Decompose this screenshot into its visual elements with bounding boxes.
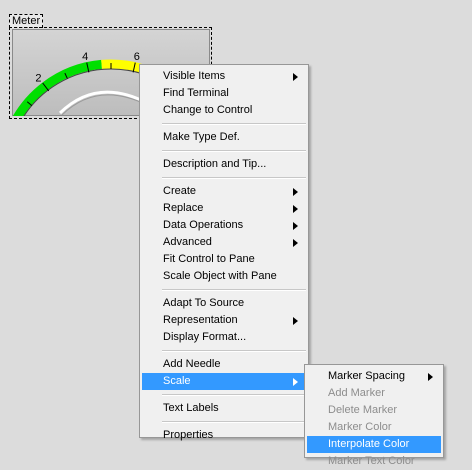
menu-item-text-labels[interactable]: Text Labels	[142, 400, 306, 417]
submenu-arrow-icon	[428, 373, 433, 381]
scale-ramp-low	[42, 59, 103, 90]
menu-item-display-format[interactable]: Display Format...	[142, 329, 306, 346]
menu-item-label: Scale	[163, 375, 191, 387]
menu-item-label: Fit Control to Pane	[163, 253, 255, 265]
menu-separator	[162, 421, 306, 423]
menu-item-create[interactable]: Create	[142, 183, 306, 200]
menu-item-label: Text Labels	[163, 402, 219, 414]
menu-item-label: Display Format...	[163, 331, 247, 343]
menu-item-label: Adapt To Source	[163, 297, 245, 309]
menu-item-label: Representation	[163, 314, 238, 326]
menu-item-label: Advanced	[163, 236, 212, 248]
menu-item-interpolate-color[interactable]: Interpolate Color	[307, 436, 441, 453]
submenu-arrow-icon	[293, 317, 298, 325]
menu-item-properties[interactable]: Properties	[142, 427, 306, 444]
submenu-arrow-icon	[293, 222, 298, 230]
menu-item-find-terminal[interactable]: Find Terminal	[142, 85, 306, 102]
menu-item-label: Description and Tip...	[163, 158, 267, 170]
menu-item-label: Interpolate Color	[328, 438, 410, 450]
menu-item-marker-text-color: Marker Text Color	[307, 453, 441, 470]
menu-item-data-operations[interactable]: Data Operations	[142, 217, 306, 234]
menu-item-label: Marker Spacing	[328, 370, 406, 382]
menu-item-label: Add Needle	[163, 358, 221, 370]
submenu-arrow-icon	[293, 188, 298, 196]
menu-item-label: Create	[163, 185, 197, 197]
menu-item-change-to-control[interactable]: Change to Control	[142, 102, 306, 119]
menu-item-fit-control-to-pane[interactable]: Fit Control to Pane	[142, 251, 306, 268]
menu-item-label: Make Type Def.	[163, 131, 240, 143]
submenu-arrow-icon	[293, 73, 298, 81]
menu-separator	[162, 177, 306, 179]
menu-item-label: Replace	[163, 202, 204, 214]
menu-item-label: Data Operations	[163, 219, 244, 231]
menu-item-label: Change to Control	[163, 104, 253, 116]
menu-item-label: Properties	[163, 429, 214, 441]
menu-separator	[162, 289, 306, 291]
menu-item-delete-marker: Delete Marker	[307, 402, 441, 419]
menu-item-label: Marker Color	[328, 421, 392, 433]
menu-item-add-needle[interactable]: Add Needle	[142, 356, 306, 373]
menu-item-add-marker: Add Marker	[307, 385, 441, 402]
submenu-arrow-icon	[293, 239, 298, 247]
menu-item-label: Find Terminal	[163, 87, 229, 99]
menu-item-marker-color: Marker Color	[307, 419, 441, 436]
menu-separator	[162, 150, 306, 152]
context-menu: Visible Items Find Terminal Change to Cont…	[139, 64, 309, 441]
menu-item-label: Marker Text Color	[328, 455, 415, 467]
menu-item-scale[interactable]: Scale	[142, 373, 306, 390]
submenu-arrow-icon	[293, 205, 298, 213]
menu-separator	[162, 123, 306, 125]
menu-item-label: Add Marker	[328, 387, 385, 399]
menu-item-description-and-tip[interactable]: Description and Tip...	[142, 156, 306, 173]
menu-item-advanced[interactable]: Advanced	[142, 234, 306, 251]
menu-item-label: Delete Marker	[328, 404, 398, 416]
menu-separator	[162, 394, 306, 396]
menu-item-replace[interactable]: Replace	[142, 200, 306, 217]
scale-tick-label: 6	[134, 51, 140, 63]
menu-item-label: Scale Object with Pane	[163, 270, 277, 282]
scale-ramp-low	[12, 82, 48, 116]
scale-submenu: Marker Spacing Add Marker Delete Marker Mar…	[304, 364, 444, 467]
meter-label[interactable]: Meter	[9, 14, 44, 28]
scale-tick-label: 2	[35, 72, 41, 84]
menu-separator	[162, 350, 306, 352]
menu-item-visible-items[interactable]: Visible Items	[142, 68, 306, 85]
menu-item-label: Visible Items	[163, 70, 226, 82]
menu-item-representation[interactable]: Representation	[142, 312, 306, 329]
menu-item-scale-object-with-pane[interactable]: Scale Object with Pane	[142, 268, 306, 285]
menu-item-marker-spacing[interactable]: Marker Spacing	[307, 368, 441, 385]
menu-item-adapt-to-source[interactable]: Adapt To Source	[142, 295, 306, 312]
scale-tick-label: 4	[82, 51, 88, 63]
menu-item-make-type-def[interactable]: Make Type Def.	[142, 129, 306, 146]
submenu-arrow-icon	[293, 378, 298, 386]
